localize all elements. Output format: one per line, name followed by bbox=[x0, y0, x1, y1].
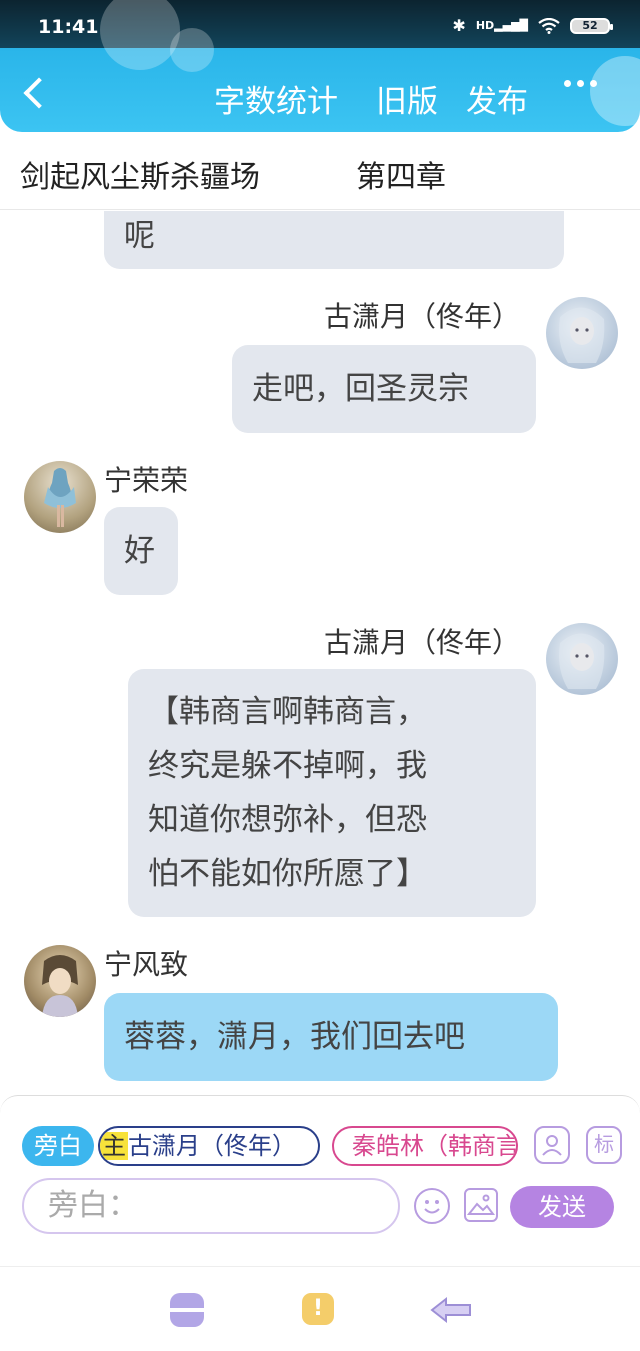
message-bubble[interactable]: 【韩商言啊韩商言， 终究是躲不掉啊，我 知道你想弥补，但恐 怕不能如你所愿了】 bbox=[128, 669, 536, 917]
status-icons: ✱ HD▂▄▆█ 52 bbox=[452, 16, 613, 35]
mark-button[interactable]: 标 bbox=[586, 1126, 622, 1164]
more-dot-icon bbox=[564, 80, 571, 87]
message-line: 怕不能如你所愿了】 bbox=[148, 856, 427, 892]
role-chip-main[interactable]: 主古潇月（佟年） bbox=[98, 1126, 320, 1166]
back-button[interactable] bbox=[22, 80, 46, 104]
main-role-name: 古潇月（佟年） bbox=[128, 1132, 296, 1160]
sender-name: 古潇月（佟年） bbox=[324, 626, 521, 659]
image-icon[interactable] bbox=[464, 1188, 498, 1222]
chat-area[interactable]: 呢 古潇月（佟年） 走吧，回圣灵宗 宁荣荣 好 古潇月（佟年） 【韩商言啊韩商言… bbox=[0, 211, 640, 1095]
wifi-icon bbox=[538, 17, 560, 34]
message-line: 【韩商言啊韩商言， bbox=[148, 694, 427, 730]
role-chip-narrator[interactable]: 旁白 bbox=[22, 1126, 94, 1166]
status-time: 11:41 bbox=[38, 16, 99, 38]
publish-button[interactable]: 发布 bbox=[466, 76, 528, 121]
word-count-button[interactable]: 字数统计 bbox=[214, 76, 338, 121]
compose-panel: 旁白 主古潇月（佟年） 秦皓林（韩商言 标 旁白： 发送 bbox=[0, 1095, 640, 1235]
avatar-ningrongrong[interactable] bbox=[24, 461, 96, 533]
avatar-guxiaoyue[interactable] bbox=[546, 623, 618, 695]
story-title-bar: 剑起风尘斯杀疆场 第四章 bbox=[0, 132, 640, 210]
message-line: 终究是躲不掉啊，我 bbox=[148, 748, 427, 784]
app-header: 11:41 ✱ HD▂▄▆█ 52 字数统计 旧版 发布 bbox=[0, 0, 640, 132]
book-title[interactable]: 剑起风尘斯杀疆场 bbox=[20, 152, 260, 196]
avatar-ningfengzhi[interactable] bbox=[24, 945, 96, 1017]
chapter-title[interactable]: 第四章 bbox=[356, 152, 446, 196]
menu-icon[interactable] bbox=[170, 1293, 204, 1327]
bottom-nav: ! bbox=[0, 1266, 640, 1351]
nav-bar: 字数统计 旧版 发布 bbox=[0, 48, 640, 132]
old-version-button[interactable]: 旧版 bbox=[376, 76, 438, 121]
main-role-tag: 主 bbox=[100, 1132, 128, 1160]
more-dot-icon bbox=[590, 80, 597, 87]
status-bar: 11:41 ✱ HD▂▄▆█ 52 bbox=[0, 0, 640, 70]
sender-name: 宁荣荣 bbox=[104, 464, 189, 497]
avatar-guxiaoyue[interactable] bbox=[546, 297, 618, 369]
message-bubble[interactable]: 蓉蓉，潇月，我们回去吧 bbox=[104, 993, 558, 1081]
message-line: 知道你想弥补，但恐 bbox=[148, 802, 427, 838]
message-input[interactable]: 旁白： bbox=[22, 1178, 400, 1234]
sender-name: 古潇月（佟年） bbox=[324, 300, 521, 333]
character-card-icon[interactable] bbox=[534, 1126, 570, 1164]
send-button[interactable]: 发送 bbox=[510, 1186, 614, 1228]
role-chip-other[interactable]: 秦皓林（韩商言 bbox=[332, 1126, 518, 1166]
notice-icon[interactable]: ! bbox=[302, 1293, 334, 1325]
bluetooth-icon: ✱ bbox=[452, 16, 466, 35]
message-bubble[interactable]: 走吧，回圣灵宗 bbox=[232, 345, 536, 433]
more-dot-icon bbox=[577, 80, 584, 87]
message-bubble[interactable]: 好 bbox=[104, 507, 178, 595]
more-options-button[interactable] bbox=[564, 80, 600, 100]
signal-icon: HD▂▄▆█ bbox=[475, 19, 528, 32]
back-arrow-icon[interactable] bbox=[430, 1295, 474, 1329]
emoji-icon[interactable] bbox=[414, 1188, 450, 1224]
battery-icon: 52 bbox=[570, 17, 613, 34]
sender-name: 宁风致 bbox=[104, 948, 189, 981]
message-bubble[interactable]: 呢 bbox=[104, 211, 564, 269]
